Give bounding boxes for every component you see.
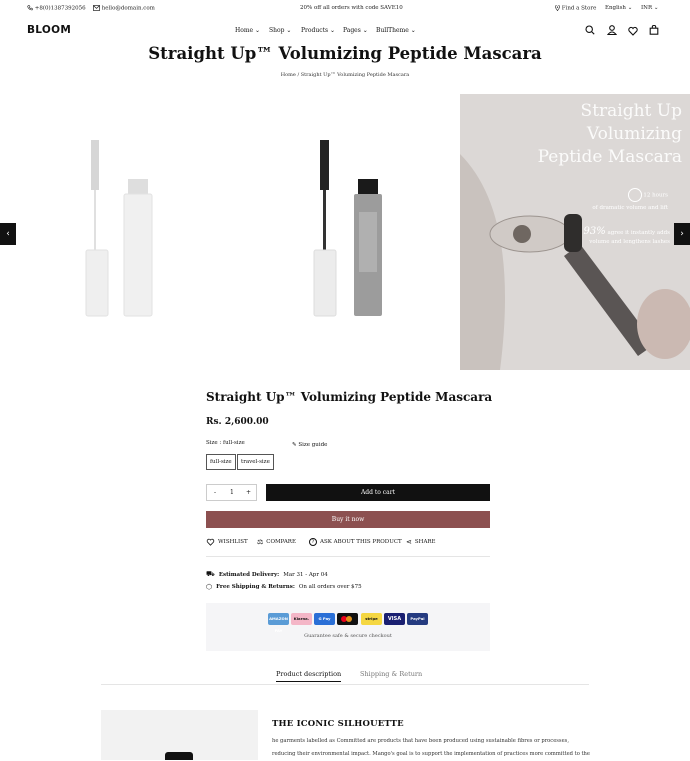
guarantee-text: Guarantee safe & secure checkout bbox=[304, 633, 392, 639]
estimated-delivery: ⛟ Estimated Delivery: Mar 31 - Apr 04 bbox=[206, 570, 328, 578]
image-overlay-heading: Straight Up Volumizing Peptide Mascara bbox=[537, 101, 682, 167]
language-select[interactable]: English ⌄ bbox=[605, 5, 632, 11]
gallery-next-button[interactable]: › bbox=[674, 223, 690, 245]
top-bar: +8(0)1387392056 hello@domain.com 20% off… bbox=[0, 0, 690, 16]
size-option-travel[interactable]: travel-size bbox=[237, 454, 274, 470]
nav-bulltheme[interactable]: BullTheme ⌄ bbox=[376, 27, 416, 34]
phone-icon bbox=[27, 5, 33, 11]
nav-shop[interactable]: Shop ⌄ bbox=[269, 27, 291, 34]
search-icon[interactable] bbox=[585, 25, 595, 35]
payment-box: AMAZON PAY Klarna. G Pay stripe VISA Pay… bbox=[206, 603, 490, 651]
stripe-icon: stripe bbox=[361, 613, 382, 625]
quantity-input[interactable]: 1 bbox=[230, 489, 234, 496]
visa-icon: VISA bbox=[384, 613, 405, 625]
tab-product-description[interactable]: Product description bbox=[276, 670, 342, 682]
mascara-dark-image bbox=[313, 140, 382, 317]
location-pin-icon bbox=[555, 4, 560, 12]
logo[interactable]: BLOOM bbox=[27, 24, 71, 36]
section-title: THE ICONIC SILHOUETTE bbox=[272, 719, 404, 729]
main-header: BLOOM Home ⌄ Shop ⌄ Products ⌄ Pages ⌄ B… bbox=[0, 16, 690, 44]
quantity-plus-button[interactable]: + bbox=[246, 489, 251, 496]
hours-caption: of dramatic volume and lift bbox=[592, 205, 668, 211]
compare-action[interactable]: ⚖ COMPARE bbox=[257, 538, 296, 546]
heart-icon[interactable] bbox=[628, 26, 638, 36]
user-icon[interactable] bbox=[607, 25, 617, 35]
mastercard-icon bbox=[337, 613, 358, 625]
product-price: Rs. 2,600.00 bbox=[206, 417, 269, 427]
wishlist-action[interactable]: WISHLIST bbox=[206, 538, 248, 546]
nav-home[interactable]: Home ⌄ bbox=[235, 27, 260, 34]
box-icon: ⬡ bbox=[206, 583, 213, 591]
product-image-3[interactable]: Straight Up Volumizing Peptide Mascara 1… bbox=[460, 94, 690, 370]
quantity-stepper: - 1 + bbox=[206, 484, 257, 501]
promo-text: 20% off all orders with code SAVE10 bbox=[300, 5, 403, 11]
product-bottle-image bbox=[165, 752, 193, 760]
size-label: Size : full-size bbox=[206, 440, 245, 446]
nav-products[interactable]: Products ⌄ bbox=[301, 27, 335, 34]
divider bbox=[206, 556, 490, 557]
clock-icon bbox=[627, 188, 642, 202]
page-title: Straight Up™ Volumizing Peptide Mascara bbox=[148, 44, 542, 63]
size-guide-link[interactable]: ✎ Size guide bbox=[292, 442, 327, 448]
truck-icon: ⛟ bbox=[206, 570, 215, 578]
klarna-icon: Klarna. bbox=[291, 613, 312, 625]
question-icon: ? bbox=[309, 538, 317, 546]
heart-icon bbox=[206, 538, 215, 546]
buy-now-button[interactable]: Buy it now bbox=[206, 511, 490, 528]
add-to-cart-button[interactable]: Add to cart bbox=[266, 484, 490, 501]
product-title: Straight Up™ Volumizing Peptide Mascara bbox=[206, 390, 493, 404]
compare-icon: ⚖ bbox=[257, 538, 264, 546]
description-image bbox=[101, 710, 258, 760]
product-image-2[interactable] bbox=[228, 94, 456, 370]
hours-stat: 12 hours bbox=[627, 188, 668, 202]
percent-stat: 93% agree it instantly adds volume and l… bbox=[583, 226, 670, 246]
gallery-prev-button[interactable]: ‹ bbox=[0, 223, 16, 245]
google-pay-icon: G Pay bbox=[314, 613, 335, 625]
find-store-link[interactable]: Find a Store bbox=[555, 4, 596, 12]
share-icon: ⋖ bbox=[406, 538, 412, 546]
cart-icon[interactable] bbox=[649, 25, 659, 35]
paypal-icon: PayPal bbox=[407, 613, 428, 625]
tab-shipping-return[interactable]: Shipping & Return bbox=[360, 670, 422, 678]
breadcrumb[interactable]: Home / Straight Up™ Volumizing Peptide M… bbox=[0, 72, 690, 78]
tabs-divider bbox=[101, 684, 589, 685]
chevron-down-icon: ⌄ bbox=[627, 5, 633, 11]
product-image-1[interactable] bbox=[0, 94, 228, 370]
currency-select[interactable]: INR ⌄ bbox=[641, 5, 659, 11]
size-option-full[interactable]: full-size bbox=[206, 454, 236, 470]
ask-question-action[interactable]: ? ASK ABOUT THIS PRODUCT bbox=[309, 538, 402, 546]
section-text: he garments labelled as Committed are pr… bbox=[272, 738, 590, 757]
mail-icon bbox=[93, 5, 100, 11]
ruler-icon: ✎ bbox=[292, 442, 297, 448]
amazon-pay-icon: AMAZON PAY bbox=[268, 613, 289, 633]
mascara-open-image bbox=[85, 140, 153, 317]
free-shipping: ⬡ Free Shipping & Returns: On all orders … bbox=[206, 583, 362, 591]
quantity-minus-button[interactable]: - bbox=[214, 489, 216, 496]
chevron-down-icon: ⌄ bbox=[653, 5, 659, 11]
phone-item[interactable]: +8(0)1387392056 bbox=[27, 5, 86, 12]
email-item[interactable]: hello@domain.com bbox=[93, 5, 155, 12]
share-action[interactable]: ⋖ SHARE bbox=[406, 538, 436, 546]
nav-pages[interactable]: Pages ⌄ bbox=[343, 27, 368, 34]
